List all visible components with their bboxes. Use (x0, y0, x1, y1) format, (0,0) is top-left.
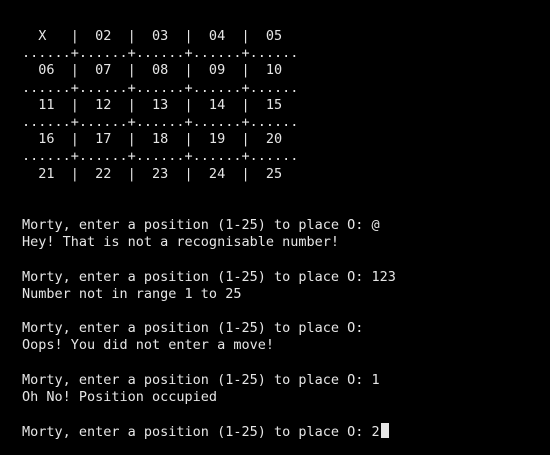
exchange-4: Morty, enter a position (1-25) to place … (22, 372, 550, 406)
exchange-3: Morty, enter a position (1-25) to place … (22, 320, 550, 354)
text-cursor (380, 423, 389, 439)
current-prompt-line[interactable]: Morty, enter a position (1-25) to place … (22, 423, 550, 440)
prompt-line: Morty, enter a position (1-25) to place … (22, 320, 364, 337)
error-message: Number not in range 1 to 25 (22, 285, 242, 302)
board-row: X | 02 | 03 | 04 | 05 (22, 28, 283, 44)
exchange-1: Morty, enter a position (1-25) to place … (22, 217, 550, 251)
board-row: 16 | 17 | 18 | 19 | 20 (22, 131, 283, 148)
terminal-window[interactable]: X | 02 | 03 | 04 | 05 ......+......+....… (0, 0, 550, 455)
board-separator: ......+......+......+......+...... (22, 79, 299, 96)
error-message: Oops! You did not enter a move! (22, 337, 274, 354)
board-row: 06 | 07 | 08 | 09 | 10 (22, 62, 283, 79)
exchange-2: Morty, enter a position (1-25) to place … (22, 269, 550, 303)
game-board: X | 02 | 03 | 04 | 05 ......+......+....… (22, 28, 550, 183)
prompt-line: Morty, enter a position (1-25) to place … (22, 371, 380, 388)
error-message: Oh No! Position occupied (22, 388, 218, 405)
board-separator: ......+......+......+......+...... (22, 113, 299, 130)
board-row: 21 | 22 | 23 | 24 | 25 (22, 165, 283, 182)
current-prompt: Morty, enter a position (1-25) to place … (22, 424, 372, 441)
board-separator: ......+......+......+......+...... (22, 45, 299, 62)
board-row: 11 | 12 | 13 | 14 | 15 (22, 96, 283, 113)
current-input[interactable]: 2 (372, 424, 380, 440)
error-message: Hey! That is not a recognisable number! (22, 234, 339, 251)
prompt-line: Morty, enter a position (1-25) to place … (22, 217, 380, 234)
prompt-line: Morty, enter a position (1-25) to place … (22, 268, 396, 285)
board-separator: ......+......+......+......+...... (22, 148, 299, 165)
